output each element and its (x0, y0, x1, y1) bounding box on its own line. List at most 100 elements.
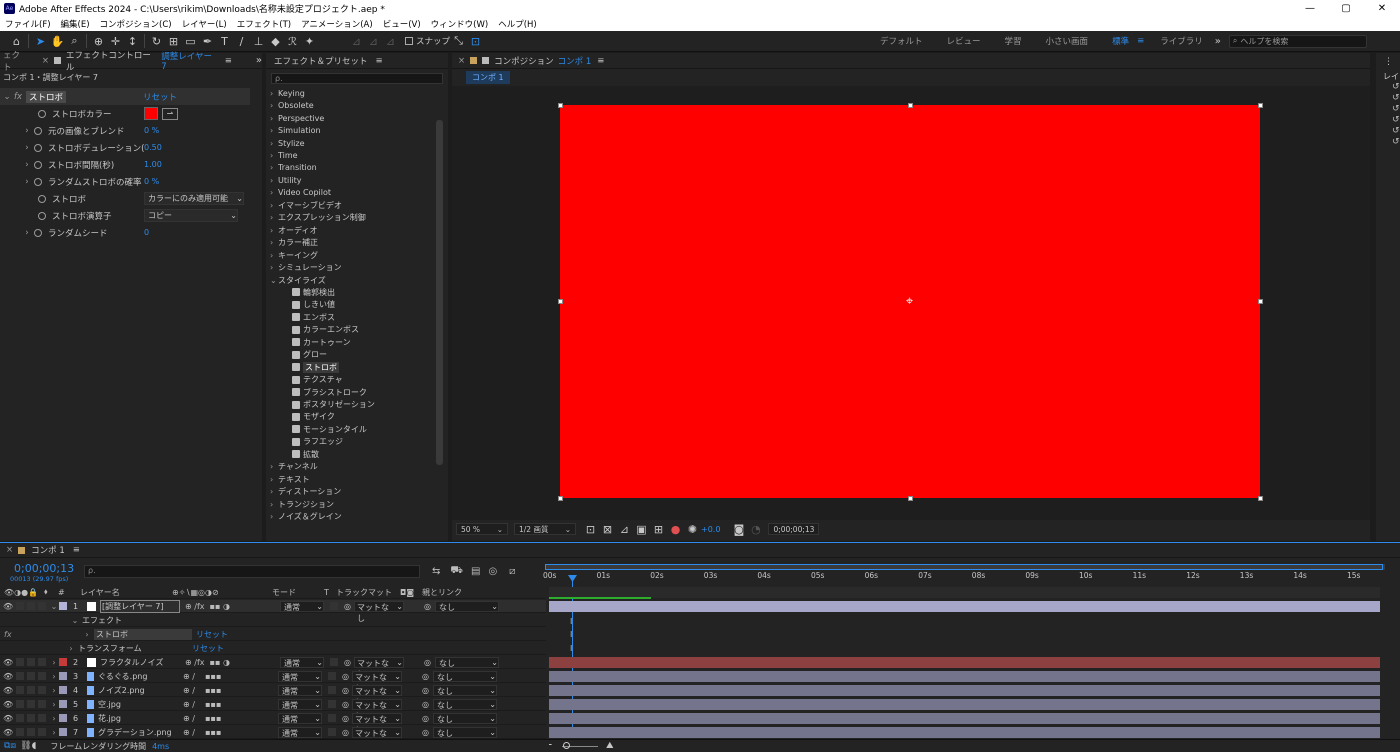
zoom-in-icon[interactable]: ⛰ (606, 741, 614, 751)
anchor-point-tool-icon[interactable]: ⊞ (165, 33, 182, 50)
expand-chevron-icon[interactable]: › (270, 251, 278, 260)
expand-chevron-icon[interactable]: › (270, 487, 278, 496)
strobe-effect-row[interactable]: fx › ストロボ リセット (0, 628, 546, 641)
layer-name[interactable]: ノイズ2.png (98, 685, 178, 696)
layer-switches-icons[interactable]: ⊕ ∕ ▪▪▪ (178, 728, 278, 737)
expand-chevron-icon[interactable]: › (270, 163, 278, 172)
effect-category[interactable]: › Simulation (270, 124, 321, 137)
transform-group-row[interactable]: › トランスフォーム リセット (0, 642, 546, 655)
effect-item[interactable]: ストロボ (292, 361, 339, 374)
close-button[interactable]: ✕ (1364, 0, 1400, 17)
parent-dropdown[interactable]: なし ⌄ (432, 726, 497, 738)
snap-grid-icon[interactable]: ⊡ (467, 33, 484, 50)
effect-category[interactable]: › チャンネル (270, 461, 318, 474)
label-color-swatch[interactable] (59, 602, 67, 610)
panel-menu-icon[interactable]: ≡ (597, 56, 604, 66)
composition-subtab[interactable]: コンポ 1 (466, 70, 510, 84)
track-matte-dropdown[interactable]: マットなし⌄ (351, 670, 402, 693)
layer-switches-icons[interactable]: ⊕ ∕ ▪▪▪ (178, 714, 278, 723)
panel-menu-icon[interactable]: ≡ (225, 56, 232, 66)
eye-icon[interactable]: 👁 (3, 658, 13, 667)
effect-category-open[interactable]: ⌄ スタイライズ (270, 274, 326, 287)
expand-chevron-icon[interactable]: › (49, 700, 59, 709)
menu-help[interactable]: ヘルプ(H) (493, 18, 542, 30)
close-tab-icon[interactable]: × (458, 56, 465, 66)
preserve-transparency-toggle[interactable] (328, 714, 336, 722)
effect-item[interactable]: 輪郭検出 (292, 286, 335, 299)
layer-switches-toggle-icon[interactable]: ⧉⧈ (4, 741, 16, 751)
seed-value[interactable]: 0 (144, 228, 149, 237)
panel-menu-icon[interactable]: ≡ (73, 545, 80, 555)
track-matte-dropdown[interactable]: マットなし⌄ (351, 726, 402, 749)
strobe-dropdown[interactable]: カラーにのみ適用可能 ⌄ (144, 192, 244, 205)
stopwatch-icon[interactable] (34, 228, 42, 237)
layer-duration-bar[interactable] (549, 601, 1380, 612)
effect-item[interactable]: モザイク (292, 411, 335, 424)
frame-blending-icon[interactable]: ▤ (471, 566, 480, 577)
solo-toggle[interactable] (27, 658, 35, 666)
brush-tool-icon[interactable]: ∕ (233, 33, 250, 50)
clone-stamp-icon[interactable]: ⊥ (250, 33, 267, 50)
effect-name[interactable]: ストロボ (26, 90, 67, 103)
parent-pickwhip-icon[interactable]: ◎ (422, 714, 429, 723)
effect-category[interactable]: › エクスプレッション制御 (270, 212, 366, 225)
layer-row[interactable]: 👁›5空.jpg⊕ ∕ ▪▪▪通常⌄◎マットなし⌄◎なし⌄ (0, 698, 546, 721)
parent-dropdown[interactable]: なし ⌄ (434, 656, 499, 668)
effect-item[interactable]: ポスタリゼーション (292, 398, 375, 411)
comp-flowchart-icon[interactable]: ⇆ (432, 566, 440, 577)
solo-toggle[interactable] (27, 672, 35, 680)
solo-toggle[interactable] (27, 714, 35, 722)
label-color-swatch[interactable] (59, 658, 67, 666)
lock-toggle[interactable] (38, 728, 46, 736)
region-of-interest-icon[interactable]: ▣ (633, 521, 650, 538)
layer-name[interactable]: 空.jpg (98, 699, 178, 710)
transform-handle[interactable] (558, 496, 563, 501)
label-color-swatch[interactable] (59, 672, 67, 680)
snap-feather-icon[interactable]: ⤡ (450, 33, 467, 50)
expand-chevron-icon[interactable]: › (270, 139, 278, 148)
transform-handle[interactable] (908, 103, 913, 108)
expand-chevron-icon[interactable]: › (270, 151, 278, 160)
blend-value[interactable]: 0 % (144, 126, 159, 135)
layer-name-column[interactable]: レイヤー名 (80, 587, 172, 598)
selection-tool-icon[interactable]: ➤ (32, 33, 49, 50)
layer-name[interactable]: [調整レイヤー 7] (100, 599, 180, 613)
effect-category[interactable]: › Video Copilot (270, 187, 331, 200)
expand-chevron-icon[interactable]: › (80, 630, 94, 639)
expand-chevron-icon[interactable]: › (270, 238, 278, 247)
layer-row[interactable]: 👁›7グラデーション.png⊕ ∕ ▪▪▪通常⌄◎マットなし⌄◎なし⌄ (0, 726, 546, 749)
blend-mode-dropdown[interactable]: 通常 ⌄ (278, 698, 322, 710)
maximize-button[interactable]: ▢ (1328, 0, 1364, 17)
effect-header-strobe[interactable]: ⌄ fx ストロボ リセット (0, 88, 250, 105)
zoom-slider-knob[interactable] (563, 742, 570, 749)
right-panel-label[interactable]: レイ (1383, 71, 1400, 82)
expand-chevron-icon[interactable]: › (49, 728, 59, 737)
pen-tool-icon[interactable]: ✒ (199, 33, 216, 50)
duration-value[interactable]: 0.50 (144, 143, 162, 152)
color-channels-icon[interactable]: ● (667, 521, 684, 538)
preserve-transparency-toggle[interactable] (328, 728, 336, 736)
label-color-swatch[interactable] (59, 686, 67, 694)
snap-checkbox[interactable] (405, 37, 413, 45)
effect-controls-layer[interactable]: 調整レイヤー 7 (161, 50, 219, 72)
lock-toggle[interactable] (38, 672, 46, 680)
effect-category[interactable]: › イマーシブビデオ (270, 199, 342, 212)
expand-chevron-icon[interactable]: › (270, 188, 278, 197)
lock-toggle[interactable] (38, 714, 46, 722)
lock-toggle[interactable] (38, 700, 46, 708)
keyframe-marker[interactable]: I (570, 630, 572, 639)
motion-blur-icon[interactable]: ◎ (488, 566, 497, 577)
effect-item[interactable]: グロー (292, 348, 327, 361)
layer-duration-bar[interactable] (549, 727, 1380, 738)
expand-chevron-icon[interactable]: › (49, 658, 59, 667)
layer-name[interactable]: 花.jpg (98, 713, 178, 724)
text-tool-icon[interactable]: T (216, 33, 233, 50)
layer-switches-icons[interactable]: ⊕ ∕fx ▪▪ ◑ (180, 658, 280, 667)
local-axis-icon[interactable]: ⊿ (348, 33, 365, 50)
layer-switches-icons[interactable]: ⊕ ∕fx ▪▪ ◑ (180, 602, 280, 611)
workspace-small-screen[interactable]: 小さい画面 (1034, 35, 1101, 47)
effect-category[interactable]: › カラー補正 (270, 236, 318, 249)
parent-pickwhip-icon[interactable]: ◎ (422, 728, 429, 737)
timeline-search-input[interactable]: ρ. (84, 565, 420, 578)
track-matte-column[interactable]: トラックマット (336, 587, 400, 598)
